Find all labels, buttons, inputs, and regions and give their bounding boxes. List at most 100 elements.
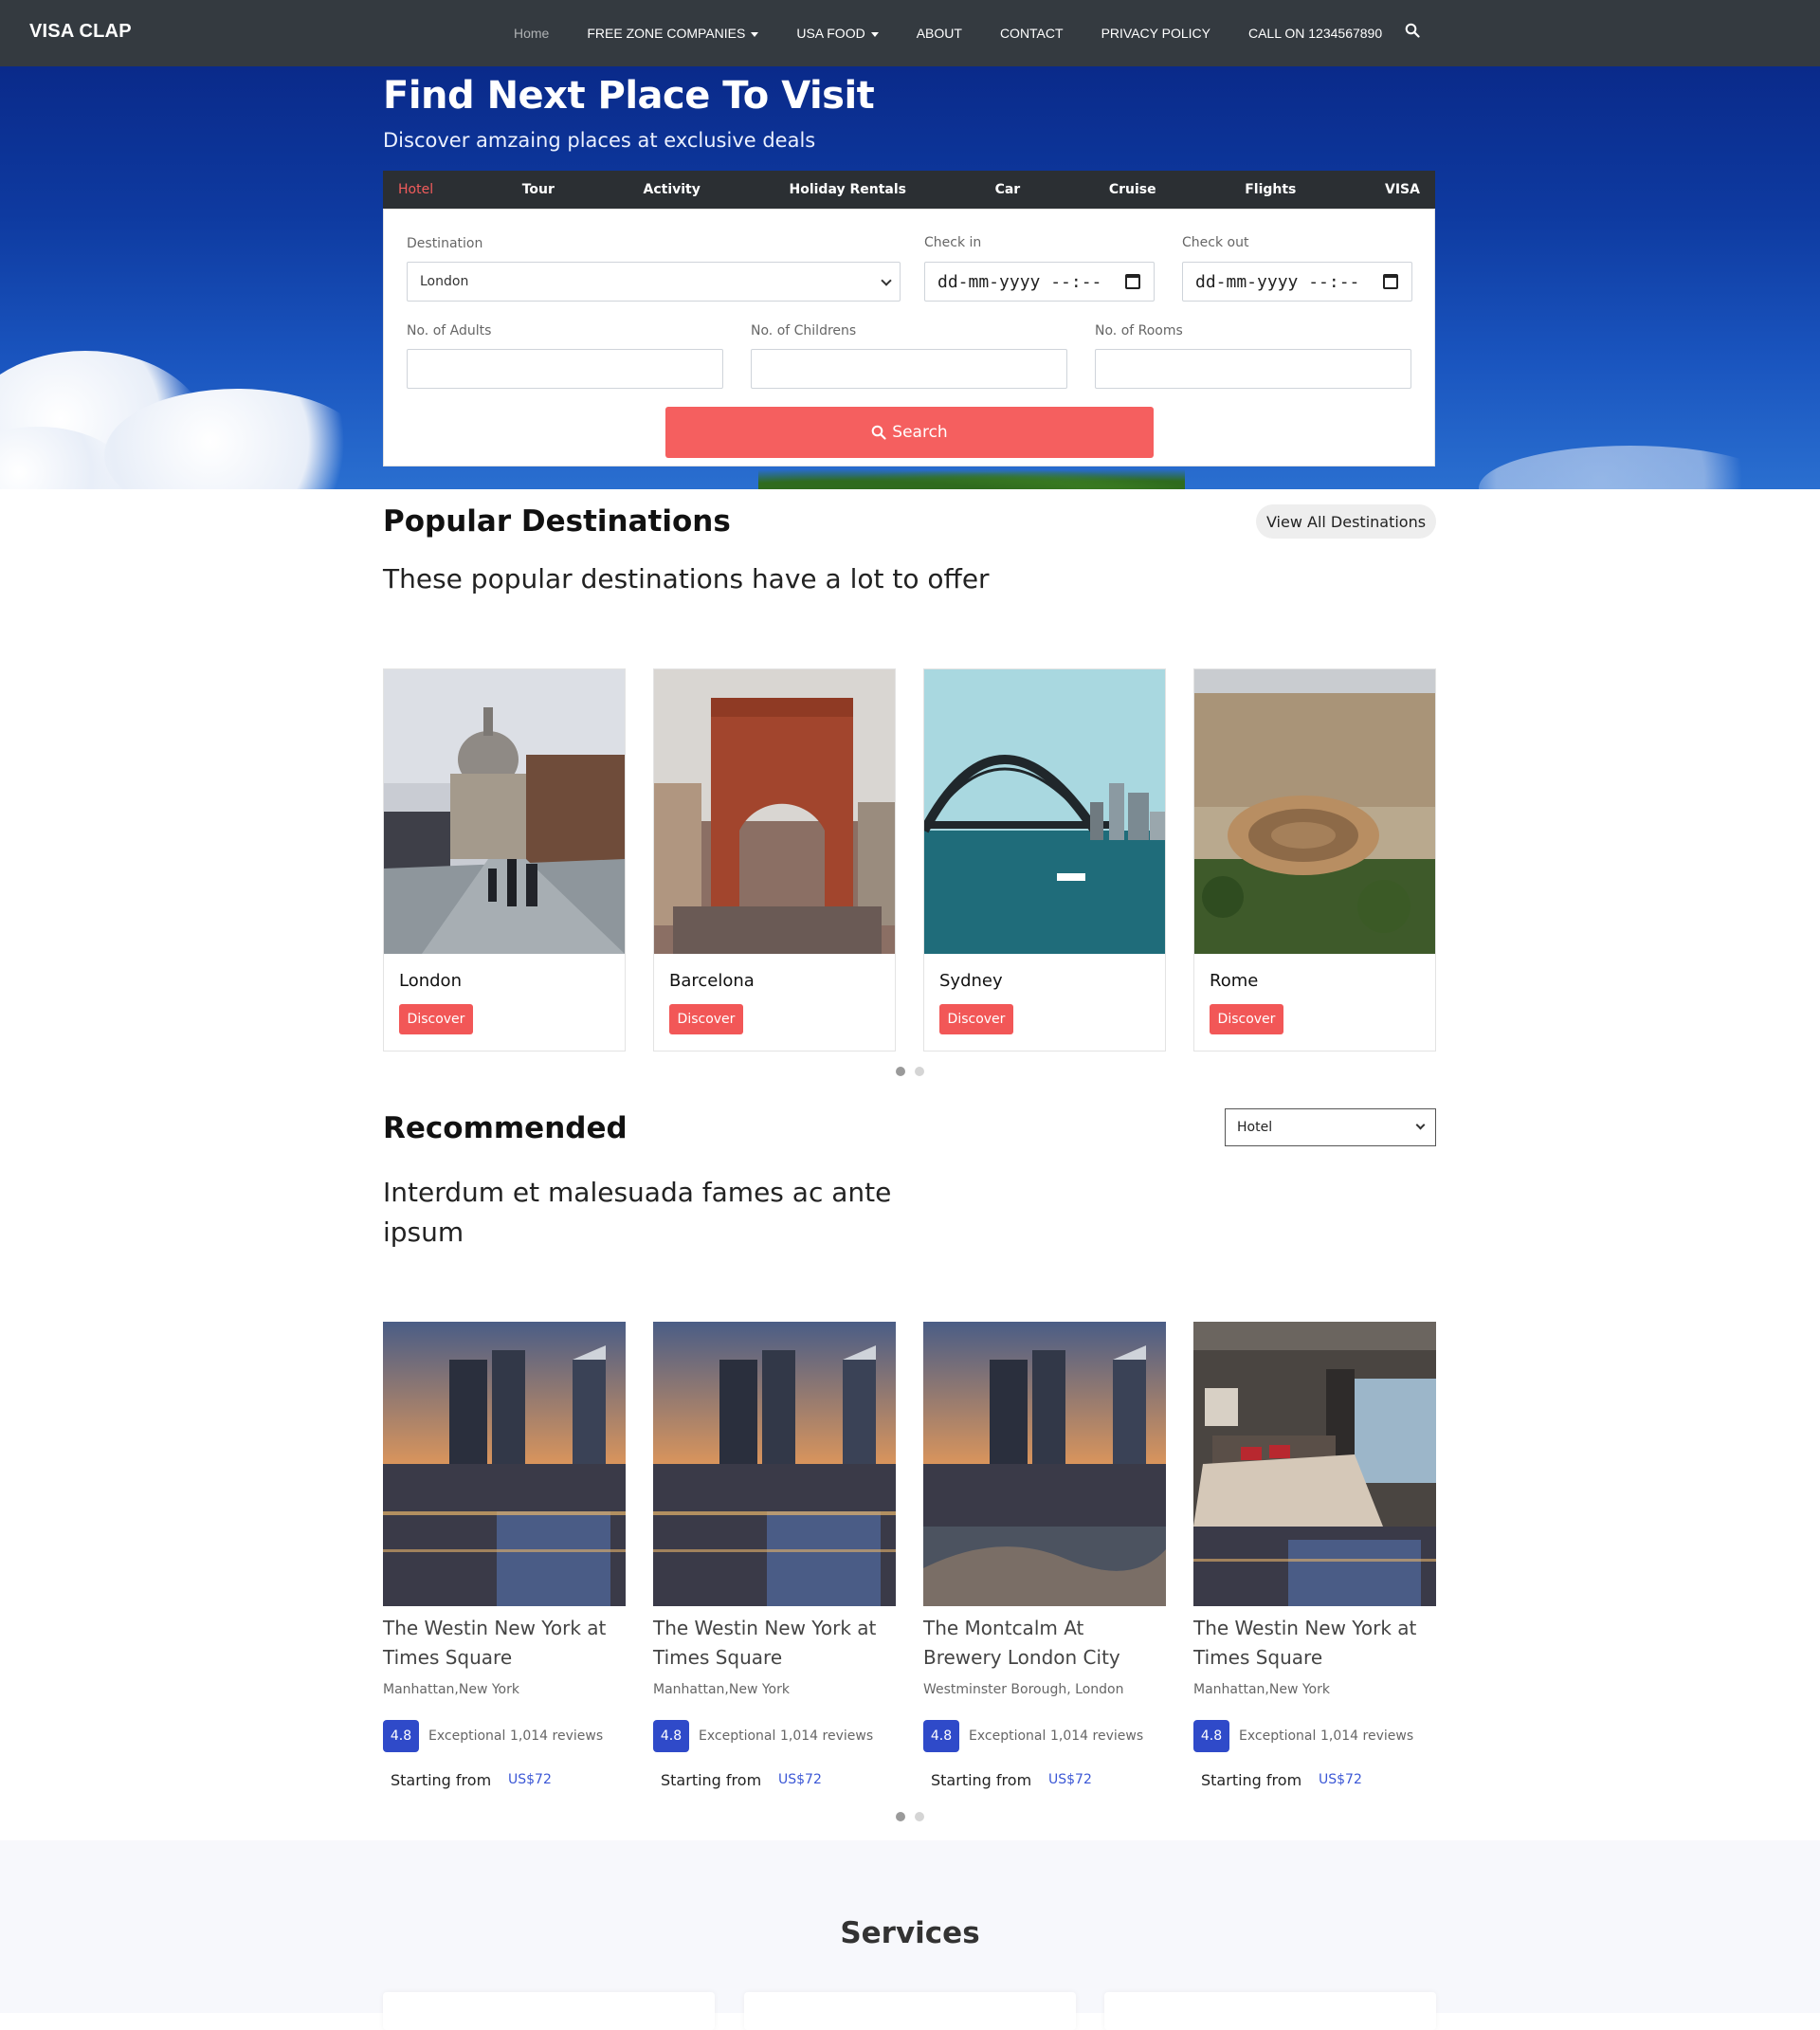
carousel-dot[interactable] <box>915 1067 924 1076</box>
services-title: Services <box>840 1916 980 1950</box>
checkout-label: Check out <box>1182 235 1249 250</box>
hotel-price: US$72 <box>508 1772 552 1787</box>
carousel-dot[interactable] <box>896 1067 905 1076</box>
service-card[interactable] <box>383 1992 715 2030</box>
view-all-destinations-button[interactable]: View All Destinations <box>1256 504 1436 539</box>
destination-image-sydney[interactable] <box>924 669 1165 954</box>
hero-subtitle: Discover amzaing places at exclusive dea… <box>383 129 816 152</box>
caret-down-icon <box>751 31 759 37</box>
hotel-image[interactable] <box>923 1322 1166 1606</box>
hero-palm-trees <box>758 465 1185 489</box>
hotel-image[interactable] <box>1193 1322 1436 1606</box>
calendar-icon[interactable] <box>1125 274 1140 289</box>
discover-button[interactable]: Discover <box>669 1004 743 1034</box>
tab-hotel[interactable]: Hotel <box>398 182 433 197</box>
nav-contact[interactable]: CONTACT <box>1000 26 1064 41</box>
destinations-carousel-dots <box>896 1067 934 1076</box>
hero-cloud <box>1479 446 1782 489</box>
chevron-down-icon <box>881 275 892 286</box>
rating-badge: 4.8 <box>923 1720 959 1752</box>
checkin-input[interactable]: dd-mm-yyyy --:-- <box>924 262 1155 302</box>
rooms-input[interactable] <box>1095 349 1411 389</box>
brand-logo[interactable]: VISA CLAP <box>29 21 132 43</box>
destination-value: London <box>420 274 469 289</box>
checkin-value: dd-mm-yyyy --:-- <box>937 272 1102 292</box>
chevron-down-icon <box>1415 1120 1426 1130</box>
caret-down-icon <box>870 31 879 37</box>
destination-select[interactable]: London <box>407 262 901 302</box>
tab-activity[interactable]: Activity <box>644 182 701 197</box>
recommended-filter-value: Hotel <box>1237 1120 1273 1135</box>
starting-from-label: Starting from <box>391 1771 492 1789</box>
tab-car[interactable]: Car <box>995 182 1021 197</box>
tab-flights[interactable]: Flights <box>1245 182 1296 197</box>
starting-from-label: Starting from <box>661 1771 762 1789</box>
rating-word: Exceptional <box>699 1728 776 1744</box>
nav-links: Home FREE ZONE COMPANIES USA FOOD ABOUT … <box>514 0 1420 66</box>
calendar-icon[interactable] <box>1383 274 1398 289</box>
children-input[interactable] <box>751 349 1067 389</box>
search-button-label: Search <box>892 423 948 442</box>
hotel-card: The Westin New York at Times Square Manh… <box>1193 1322 1436 1815</box>
destination-name: Rome <box>1210 971 1259 991</box>
destination-name: London <box>399 971 462 991</box>
hotel-name[interactable]: The Westin New York at Times Square <box>1193 1614 1436 1673</box>
adults-label: No. of Adults <box>407 323 492 338</box>
search-button[interactable]: Search <box>665 407 1154 458</box>
top-navbar: VISA CLAP Home FREE ZONE COMPANIES USA F… <box>0 0 1820 66</box>
nav-privacy-policy[interactable]: PRIVACY POLICY <box>1101 26 1210 41</box>
hotel-image[interactable] <box>653 1322 896 1606</box>
service-card[interactable] <box>1104 1992 1436 2030</box>
hotel-price: US$72 <box>778 1772 822 1787</box>
rating-badge: 4.8 <box>653 1720 689 1752</box>
hotel-name[interactable]: The Westin New York at Times Square <box>653 1614 896 1673</box>
rating-word: Exceptional <box>969 1728 1046 1744</box>
destination-card: Sydney Discover <box>923 668 1166 1052</box>
nav-usa-food[interactable]: USA FOOD <box>796 26 879 41</box>
destination-card: London Discover <box>383 668 626 1052</box>
discover-button[interactable]: Discover <box>1210 1004 1283 1034</box>
checkin-label: Check in <box>924 235 982 250</box>
hotel-card: The Westin New York at Times Square Manh… <box>653 1322 896 1815</box>
hotel-name[interactable]: The Montcalm At Brewery London City <box>923 1614 1166 1673</box>
hotel-price: US$72 <box>1319 1772 1362 1787</box>
hero-banner: Find Next Place To Visit Discover amzain… <box>0 66 1820 489</box>
recommended-filter-select[interactable]: Hotel <box>1225 1108 1436 1146</box>
search-icon[interactable] <box>1405 23 1420 38</box>
adults-input[interactable] <box>407 349 723 389</box>
service-card[interactable] <box>744 1992 1076 2030</box>
booking-tabs: Hotel Tour Activity Holiday Rentals Car … <box>383 171 1435 209</box>
discover-button[interactable]: Discover <box>399 1004 473 1034</box>
carousel-dot[interactable] <box>896 1812 905 1821</box>
hotel-search-form: Destination London Check in dd-mm-yyyy -… <box>383 209 1435 466</box>
review-count: 1,014 reviews <box>780 1728 874 1744</box>
hotel-name[interactable]: The Westin New York at Times Square <box>383 1614 626 1673</box>
destination-image-barcelona[interactable] <box>654 669 895 954</box>
hotel-image[interactable] <box>383 1322 626 1606</box>
nav-call[interactable]: CALL ON 1234567890 <box>1248 26 1382 41</box>
tab-visa[interactable]: VISA <box>1385 182 1420 197</box>
checkout-input[interactable]: dd-mm-yyyy --:-- <box>1182 262 1412 302</box>
popular-destinations-title: Popular Destinations <box>383 504 731 539</box>
rating-badge: 4.8 <box>1193 1720 1229 1752</box>
destination-name: Barcelona <box>669 971 755 991</box>
recommended-carousel-dots <box>896 1812 934 1821</box>
discover-button[interactable]: Discover <box>939 1004 1013 1034</box>
tab-tour[interactable]: Tour <box>522 182 555 197</box>
rating-badge: 4.8 <box>383 1720 419 1752</box>
services-section: Services <box>0 1840 1820 2030</box>
review-count: 1,014 reviews <box>510 1728 604 1744</box>
hotel-location: Westminster Borough, London <box>923 1682 1124 1697</box>
nav-home[interactable]: Home <box>514 26 549 41</box>
nav-free-zone-companies[interactable]: FREE ZONE COMPANIES <box>587 26 759 41</box>
destination-label: Destination <box>407 236 483 251</box>
destination-image-london[interactable] <box>384 669 625 954</box>
destination-image-rome[interactable] <box>1194 669 1435 954</box>
carousel-dot[interactable] <box>915 1812 924 1821</box>
starting-from-label: Starting from <box>931 1771 1032 1789</box>
nav-about[interactable]: ABOUT <box>917 26 962 41</box>
search-icon <box>871 425 886 440</box>
tab-holiday-rentals[interactable]: Holiday Rentals <box>789 182 905 197</box>
starting-from-label: Starting from <box>1201 1771 1302 1789</box>
tab-cruise[interactable]: Cruise <box>1109 182 1156 197</box>
